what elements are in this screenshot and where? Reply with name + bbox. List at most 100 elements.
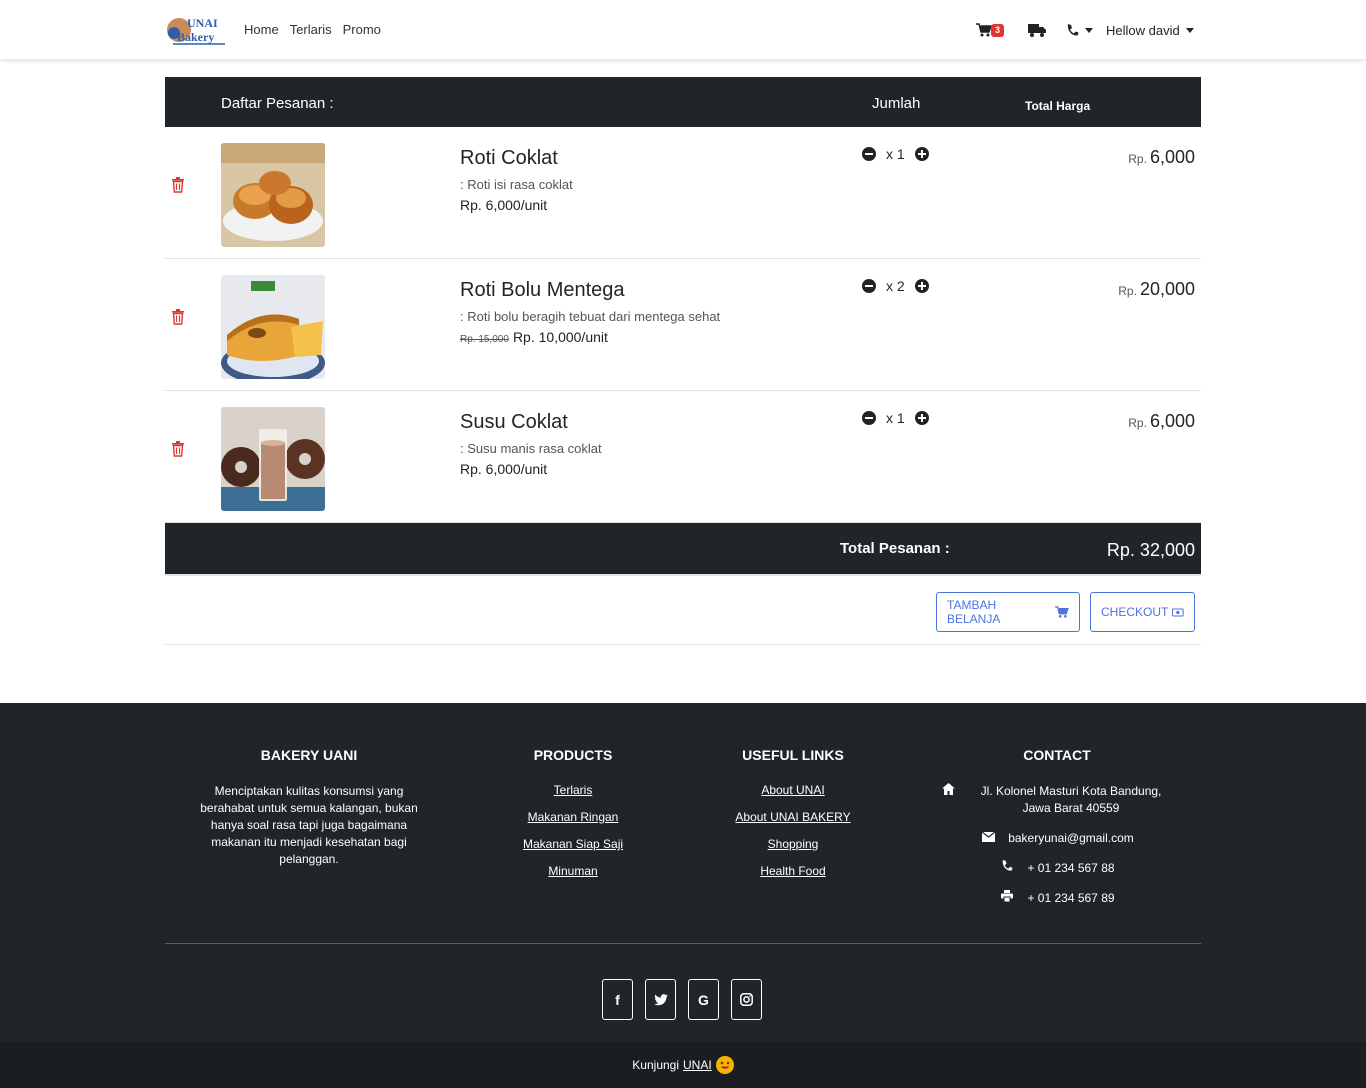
trash-icon[interactable] bbox=[171, 441, 185, 457]
minus-circle-icon[interactable] bbox=[862, 279, 876, 293]
order-total-value: Rp. 32,000 bbox=[1106, 540, 1195, 560]
user-name: Hellow david bbox=[1106, 22, 1180, 38]
footer-link-about-unai-bakery[interactable]: About UNAI BAKERY bbox=[713, 810, 873, 824]
footer-products: PRODUCTS Terlaris Makanan Ringan Makanan… bbox=[493, 747, 653, 891]
truck-icon[interactable] bbox=[1028, 23, 1046, 37]
cart-actions: TAMBAH BELANJA CHECKOUT bbox=[165, 576, 1201, 645]
instagram-icon[interactable] bbox=[731, 979, 762, 1020]
qty-value: x 2 bbox=[886, 278, 905, 294]
row-total-value: 6,000 bbox=[1149, 411, 1195, 431]
footer-link-terlaris[interactable]: Terlaris bbox=[493, 783, 653, 797]
chevron-down-icon bbox=[1185, 27, 1194, 33]
product-name: Roti Bolu Mentega bbox=[460, 279, 625, 301]
social-links: f G bbox=[602, 979, 762, 1020]
contact-address-text: Jl. Kolonel Masturi Kota Bandung, Jawa B… bbox=[980, 784, 1162, 815]
table-row: Susu Coklat : Susu manis rasa coklat Rp.… bbox=[165, 391, 1201, 523]
table-row: Roti Coklat : Roti isi rasa coklat Rp. 6… bbox=[165, 127, 1201, 259]
product-image bbox=[221, 143, 325, 247]
user-dropdown[interactable]: Hellow david bbox=[1106, 23, 1194, 38]
unit-price: Rp. 6,000/unit bbox=[460, 461, 548, 477]
footer-contact-title: CONTACT bbox=[1023, 747, 1091, 763]
qty-value: x 1 bbox=[886, 410, 905, 426]
contact-phone-text: + 01 234 567 88 bbox=[1027, 861, 1115, 875]
row-total: Rp. 20,000 bbox=[1118, 279, 1195, 300]
nav-terlaris[interactable]: Terlaris bbox=[290, 22, 332, 37]
google-glyph: G bbox=[698, 991, 709, 1008]
logo-bottom-text: Bakery bbox=[177, 30, 214, 44]
checkout-button[interactable]: CHECKOUT bbox=[1090, 592, 1195, 632]
continue-shopping-button[interactable]: TAMBAH BELANJA bbox=[936, 592, 1080, 632]
footer-useful-links: USEFUL LINKS About UNAI About UNAI BAKER… bbox=[713, 747, 873, 891]
footer-products-title: PRODUCTS bbox=[533, 747, 613, 763]
footer-link-makanan-siap-saji[interactable]: Makanan Siap Saji bbox=[493, 837, 653, 851]
plus-circle-icon[interactable] bbox=[914, 279, 929, 293]
navbar: UNAI Bakery Home Terlaris Promo 3 Hellow… bbox=[0, 0, 1366, 59]
nav-promo[interactable]: Promo bbox=[343, 22, 381, 37]
table-footer: Total Pesanan : Rp. 32,000 bbox=[165, 523, 1201, 576]
footer-link-minuman[interactable]: Minuman bbox=[493, 864, 653, 878]
product-name: Susu Coklat bbox=[460, 411, 568, 433]
continue-shopping-label: TAMBAH BELANJA bbox=[947, 598, 1001, 626]
old-price: Rp. 15,000 bbox=[460, 334, 509, 345]
plus-circle-icon[interactable] bbox=[914, 147, 929, 161]
qty-stepper: x 1 bbox=[862, 146, 929, 162]
unit-price: Rp. 6,000/unit bbox=[460, 197, 548, 213]
cart-button[interactable]: 3 bbox=[976, 21, 1010, 39]
currency-label: Rp. bbox=[1128, 152, 1147, 166]
trash-icon[interactable] bbox=[171, 177, 185, 193]
product-desc: : Susu manis rasa coklat bbox=[460, 441, 602, 456]
copyright-bar: Kunjungi UNAI bbox=[0, 1042, 1366, 1088]
product-name: Roti Coklat bbox=[460, 147, 558, 169]
footer-link-shopping[interactable]: Shopping bbox=[713, 837, 873, 851]
nav-home[interactable]: Home bbox=[244, 22, 279, 37]
order-total-label: Total Pesanan : bbox=[840, 540, 950, 557]
minus-circle-icon[interactable] bbox=[862, 147, 876, 161]
logo-top-text: UNAI bbox=[187, 16, 218, 30]
product-price: Rp. 6,000/unit bbox=[460, 197, 547, 213]
header-order: Daftar Pesanan : bbox=[221, 95, 334, 112]
trash-icon[interactable] bbox=[171, 309, 185, 325]
cart-count-badge: 3 bbox=[991, 24, 1005, 37]
plus-circle-icon[interactable] bbox=[914, 411, 929, 425]
footer-link-health-food[interactable]: Health Food bbox=[713, 864, 873, 878]
qty-value: x 1 bbox=[886, 146, 905, 162]
smile-icon bbox=[715, 1056, 734, 1074]
footer-about: BAKERY UANI Menciptakan kulitas konsumsi… bbox=[189, 747, 429, 868]
footer-link-about-unai[interactable]: About UNAI bbox=[713, 783, 873, 797]
chevron-down-icon bbox=[1085, 27, 1093, 33]
currency-label: Rp. bbox=[1118, 284, 1137, 298]
row-total-value: 20,000 bbox=[1139, 279, 1195, 299]
product-price: Rp. 6,000/unit bbox=[460, 461, 547, 477]
facebook-icon[interactable]: f bbox=[602, 979, 633, 1020]
nav-links: Home Terlaris Promo bbox=[244, 22, 381, 37]
phone-dropdown[interactable] bbox=[1066, 23, 1093, 37]
phone-icon bbox=[999, 860, 1015, 877]
brand-logo[interactable]: UNAI Bakery bbox=[165, 13, 227, 47]
home-icon bbox=[941, 783, 957, 800]
footer-about-title: BAKERY UANI bbox=[260, 747, 358, 763]
footer-contact: CONTACT Jl. Kolonel Masturi Kota Bandung… bbox=[937, 747, 1177, 920]
checkout-label: CHECKOUT bbox=[1101, 605, 1169, 619]
twitter-icon[interactable] bbox=[645, 979, 676, 1020]
cart-icon bbox=[976, 23, 992, 37]
minus-circle-icon[interactable] bbox=[862, 411, 876, 425]
contact-address: Jl. Kolonel Masturi Kota Bandung, Jawa B… bbox=[937, 783, 1177, 817]
product-desc: : Roti bolu beragih tebuat dari mentega … bbox=[460, 309, 721, 324]
copyright-link[interactable]: UNAI bbox=[683, 1058, 712, 1072]
row-total-value: 6,000 bbox=[1149, 147, 1195, 167]
copyright-prefix: Kunjungi bbox=[632, 1058, 680, 1072]
qty-stepper: x 2 bbox=[862, 278, 929, 294]
unit-price: Rp. 10,000/unit bbox=[512, 329, 608, 345]
phone-icon bbox=[1067, 23, 1079, 36]
contact-fax: + 01 234 567 89 bbox=[937, 890, 1177, 907]
product-desc: : Roti isi rasa coklat bbox=[460, 177, 573, 192]
product-image bbox=[221, 407, 325, 511]
header-qty: Jumlah bbox=[872, 95, 921, 112]
contact-email-text: bakeryunai@gmail.com bbox=[1008, 831, 1134, 845]
money-icon bbox=[1172, 607, 1184, 617]
footer-link-makanan-ringan[interactable]: Makanan Ringan bbox=[493, 810, 653, 824]
table-header: Daftar Pesanan : Jumlah Total Harga bbox=[165, 77, 1201, 127]
currency-label: Rp. bbox=[1128, 416, 1147, 430]
table-row: Roti Bolu Mentega : Roti bolu beragih te… bbox=[165, 259, 1201, 391]
google-icon[interactable]: G bbox=[688, 979, 719, 1020]
